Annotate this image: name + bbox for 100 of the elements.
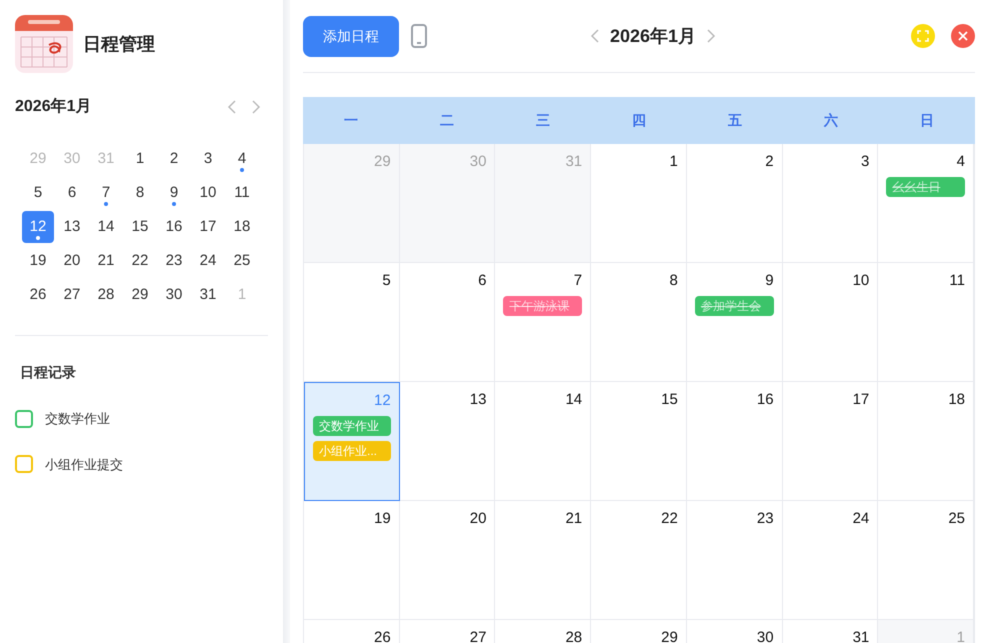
calendar-day-cell[interactable]: 14: [495, 382, 592, 501]
day-number: 5: [382, 271, 391, 291]
day-number: 30: [470, 152, 486, 172]
mini-calendar-day[interactable]: 26: [22, 279, 54, 311]
mini-calendar-day[interactable]: 12: [22, 211, 54, 243]
day-number: 8: [670, 271, 678, 291]
record-checkbox[interactable]: [15, 455, 33, 474]
calendar-day-cell[interactable]: 9 参加学生会: [686, 263, 783, 382]
day-number: 24: [852, 509, 870, 529]
day-number: 30: [756, 628, 774, 643]
mini-calendar-day[interactable]: 28: [90, 279, 122, 311]
day-number: 18: [948, 390, 965, 410]
fullscreen-icon[interactable]: [911, 24, 935, 48]
mini-calendar-day[interactable]: 13: [56, 211, 88, 243]
day-number: 21: [565, 509, 582, 529]
day-number: 10: [852, 271, 870, 291]
chevron-right-icon[interactable]: [706, 29, 716, 43]
mini-calendar-day[interactable]: 31: [192, 279, 224, 311]
weekday-header: 五: [727, 111, 743, 130]
calendar-day-cell[interactable]: 20: [400, 501, 496, 620]
weekday-header: 三: [535, 111, 551, 130]
calendar-day-cell[interactable]: 8: [591, 263, 687, 382]
day-number: 20: [470, 509, 486, 529]
day-number: 31: [852, 628, 870, 643]
mini-calendar-month: 2026年1月: [15, 96, 92, 117]
day-number: 12: [374, 391, 391, 411]
calendar-day-cell[interactable]: 3: [782, 144, 878, 263]
mobile-phone-icon[interactable]: [411, 24, 427, 48]
calendar-app-logo-icon: [15, 15, 73, 73]
chevron-left-icon[interactable]: [227, 100, 237, 114]
record-label: 小组作业提交: [45, 456, 123, 474]
day-number: 3: [860, 152, 870, 172]
day-number: 6: [478, 271, 486, 291]
mini-calendar-day[interactable]: 4: [226, 143, 258, 175]
mini-calendar-day[interactable]: 3: [192, 143, 224, 175]
record-label: 交数学作业: [45, 410, 110, 428]
calendar-day-cell[interactable]: 19: [304, 501, 400, 620]
mini-calendar-day[interactable]: 29: [124, 279, 156, 311]
day-number: 23: [756, 509, 774, 529]
close-icon[interactable]: [951, 24, 975, 48]
chevron-left-icon[interactable]: [590, 29, 600, 43]
mini-calendar-day[interactable]: 1: [124, 143, 156, 175]
day-number: 1: [956, 628, 965, 643]
calendar-day-cell[interactable]: 10: [782, 263, 878, 382]
day-number: 7: [574, 271, 582, 291]
day-number: 28: [565, 628, 582, 643]
mini-calendar-day[interactable]: 16: [158, 211, 190, 243]
calendar-day-cell[interactable]: 6: [400, 263, 496, 382]
weekday-header: 日: [919, 111, 935, 130]
calendar-day-cell[interactable]: 23: [686, 501, 783, 620]
calendar-day-cell[interactable]: 21: [495, 501, 592, 620]
mini-calendar-day[interactable]: 20: [56, 245, 88, 277]
calendar-day-cell[interactable]: 11: [878, 263, 974, 382]
mini-calendar-day[interactable]: 21: [90, 245, 122, 277]
calendar-day-cell[interactable]: 5: [304, 263, 400, 382]
mini-calendar-day[interactable]: 10: [192, 177, 224, 209]
calendar-day-cell[interactable]: 7 下午游泳课: [495, 263, 592, 382]
day-number: 31: [565, 152, 582, 172]
mini-calendar-day[interactable]: 25: [226, 245, 258, 277]
mini-calendar-day[interactable]: 23: [158, 245, 190, 277]
mini-calendar-day[interactable]: 2: [158, 143, 190, 175]
mini-calendar-day[interactable]: 24: [192, 245, 224, 277]
mini-calendar-day[interactable]: 7: [90, 177, 122, 209]
day-number: 29: [374, 152, 391, 172]
mini-calendar-day[interactable]: 8: [124, 177, 156, 209]
mini-calendar-day[interactable]: 15: [124, 211, 156, 243]
weekday-header: 六: [822, 111, 839, 130]
calendar-day-cell[interactable]: 16: [686, 382, 783, 501]
weekday-header: 二: [439, 111, 455, 130]
calendar-day-cell[interactable]: 1: [591, 144, 687, 263]
calendar-day-cell[interactable]: 27: [400, 620, 496, 643]
mini-calendar-day[interactable]: 5: [22, 177, 54, 209]
calendar-day-cell[interactable]: 15: [591, 382, 687, 501]
calendar-day-cell[interactable]: 25: [878, 501, 974, 620]
mini-calendar-day[interactable]: 6: [56, 177, 88, 209]
day-number: 2: [765, 152, 774, 172]
mini-calendar-day[interactable]: 30: [158, 279, 190, 311]
day-number: 25: [948, 509, 965, 529]
mini-calendar-day[interactable]: 11: [226, 177, 258, 209]
mini-calendar-day[interactable]: 9: [158, 177, 190, 209]
record-checkbox[interactable]: [15, 410, 33, 428]
calendar-day-cell[interactable]: 4 幺幺生日: [878, 144, 974, 263]
calendar-day-cell[interactable]: 24: [782, 501, 878, 620]
add-schedule-button[interactable]: 添加日程: [303, 16, 399, 56]
mini-calendar-day[interactable]: 19: [22, 245, 54, 277]
calendar-day-cell[interactable]: 18: [878, 382, 974, 501]
mini-calendar-day[interactable]: 22: [124, 245, 156, 277]
mini-calendar-day[interactable]: 14: [90, 211, 122, 243]
mini-calendar-day[interactable]: 27: [56, 279, 88, 311]
mini-calendar-day[interactable]: 18: [226, 211, 258, 243]
day-number: 17: [852, 390, 870, 410]
chevron-right-icon[interactable]: [251, 100, 261, 114]
calendar-day-cell[interactable]: 2: [686, 144, 783, 263]
calendar-day-cell[interactable]: 13: [400, 382, 496, 501]
day-number: 29: [661, 628, 678, 643]
calendar-day-cell[interactable]: 22: [591, 501, 687, 620]
mini-calendar-day[interactable]: 17: [192, 211, 224, 243]
calendar-day-cell[interactable]: 31: [782, 620, 878, 643]
calendar-day-cell[interactable]: 17: [782, 382, 878, 501]
day-number: 1: [670, 152, 678, 172]
